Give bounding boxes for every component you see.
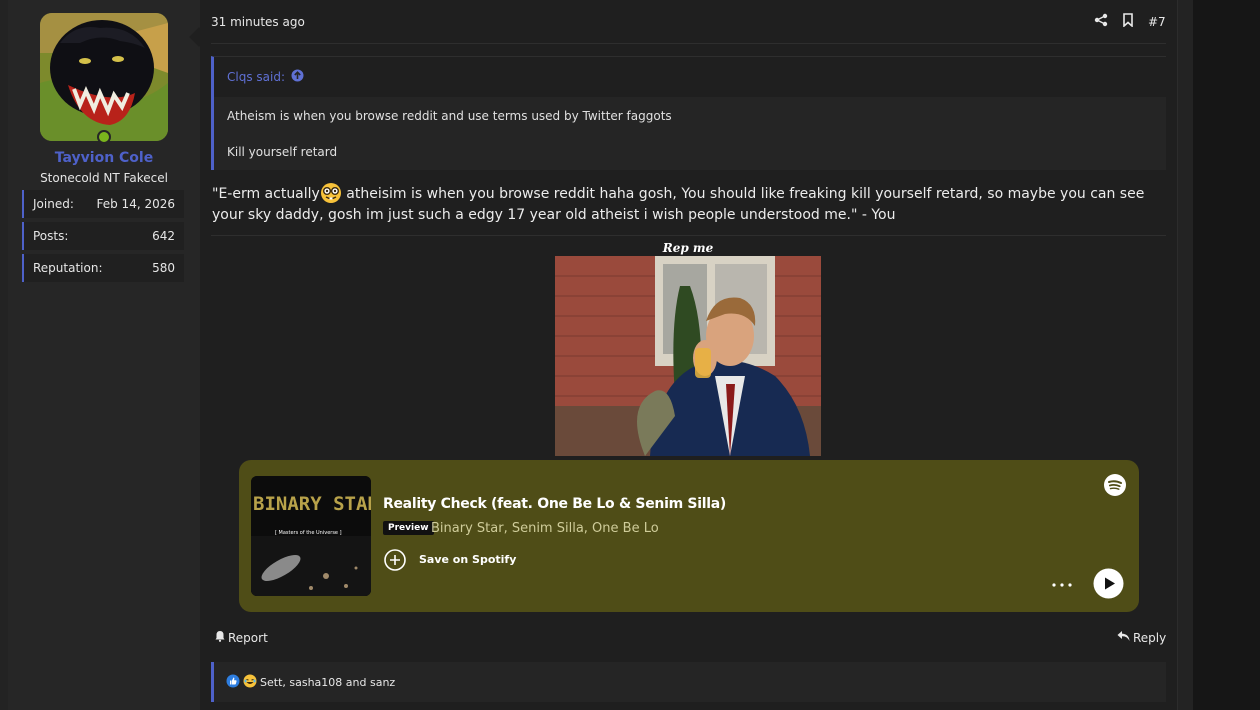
quote-line: Kill yourself retard	[227, 145, 338, 159]
arrow-up-circle-icon[interactable]	[291, 69, 304, 85]
reactions-bar[interactable]: Sett, sasha108 and sanz	[211, 662, 1166, 702]
like-icon	[226, 674, 240, 691]
signature-title: Rep me	[662, 241, 714, 255]
quote-body: Atheism is when you browse reddit and us…	[214, 97, 1166, 171]
stat-posts: Posts: 642	[22, 222, 184, 250]
post-body: "E-erm actually atheisim is when you bro…	[212, 182, 1167, 226]
track-artists[interactable]: Binary Star, Senim Silla, One Be Lo	[431, 521, 659, 536]
reply-button[interactable]: Reply	[1117, 630, 1166, 645]
nerd-face-icon	[320, 182, 342, 204]
post-text-end: atheisim is when you browse reddit haha …	[212, 186, 1145, 223]
quote-header[interactable]: Clqs said:	[214, 57, 1166, 97]
cover-subtitle: [ Masters of the Universe ]	[275, 530, 342, 536]
preview-badge: Preview	[383, 521, 434, 535]
post-number[interactable]: #7	[1148, 15, 1166, 29]
bookmark-icon[interactable]	[1122, 12, 1134, 31]
reply-icon	[1117, 630, 1130, 645]
album-cover[interactable]: BINARY STAR [ Masters of the Universe ]	[251, 476, 371, 596]
more-options-icon[interactable]	[1051, 573, 1073, 592]
laugh-icon	[243, 674, 257, 691]
post-actions: #7	[1094, 12, 1166, 31]
stat-label: Joined:	[33, 197, 74, 211]
online-status-indicator	[97, 130, 111, 144]
post-text-start: "E-erm actually	[212, 186, 320, 202]
stat-value: Feb 14, 2026	[96, 197, 176, 211]
track-title[interactable]: Reality Check (feat. One Be Lo & Senim S…	[383, 496, 726, 512]
quote-block: Clqs said: Atheism is when you browse re…	[211, 56, 1166, 170]
stat-value: 642	[152, 229, 175, 243]
divider	[211, 43, 1166, 44]
page-gutter	[1193, 0, 1260, 710]
stat-reputation: Reputation: 580	[22, 254, 184, 282]
share-icon[interactable]	[1094, 12, 1108, 31]
reaction-users[interactable]: Sett, sasha108 and sanz	[260, 676, 395, 689]
quote-line: Atheism is when you browse reddit and us…	[227, 109, 672, 123]
save-on-spotify-button[interactable]: Save on Spotify	[419, 553, 516, 566]
cover-title: BINARY STAR	[253, 493, 371, 515]
stat-label: Posts:	[33, 229, 69, 243]
spotify-embed[interactable]: BINARY STAR [ Masters of the Universe ] …	[239, 460, 1139, 612]
quote-author[interactable]: Clqs said:	[227, 70, 285, 84]
stat-label: Reputation:	[33, 261, 103, 275]
user-title: Stonecold NT Fakecel	[40, 171, 168, 185]
bell-icon	[214, 630, 226, 645]
username[interactable]: Tayvion Cole	[8, 150, 200, 166]
signature-gif	[555, 256, 821, 456]
stat-value: 580	[152, 261, 175, 275]
report-label: Report	[228, 630, 268, 645]
plus-circle-icon[interactable]	[383, 548, 407, 576]
avatar[interactable]	[40, 13, 168, 141]
play-button[interactable]	[1093, 568, 1124, 603]
stat-joined: Joined: Feb 14, 2026	[22, 190, 184, 218]
spotify-logo-icon[interactable]	[1103, 473, 1127, 501]
post-timestamp[interactable]: 31 minutes ago	[211, 15, 305, 29]
reply-label: Reply	[1133, 630, 1167, 645]
report-button[interactable]: Report	[214, 630, 268, 645]
signature-divider	[211, 235, 1166, 236]
